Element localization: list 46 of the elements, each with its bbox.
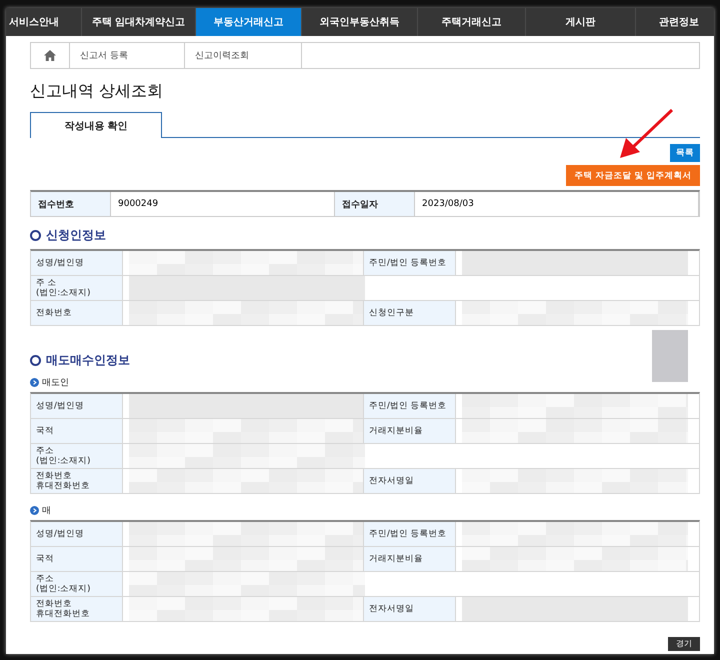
field-label: 접수일자 (342, 198, 378, 210)
field-label: 전자서명일 (364, 597, 456, 621)
field-label: 국적 (31, 419, 123, 443)
field-label: 국적 (31, 547, 123, 571)
field-label: 전화번호 휴대전화번호 (31, 469, 123, 493)
nav-tab[interactable]: 관련정보 (636, 8, 702, 36)
field-label: 성명/법인명 (31, 251, 123, 275)
field-label: 주 소 (법인:소재지) (31, 276, 123, 300)
pointer-arrow (618, 108, 674, 160)
tab[interactable]: 작성내용 확인 (30, 112, 162, 138)
field-label: 주민/법인 등록번호 (364, 522, 456, 546)
nav-tab[interactable]: 게시판 (526, 8, 636, 36)
nav-tab[interactable]: 서비스안내 (6, 8, 82, 36)
field-label: 주소 (법인:소재지) (31, 444, 123, 468)
field-label: 거래지분비율 (364, 419, 456, 443)
field-label: 주민/법인 등록번호 (364, 251, 456, 275)
field-label: 주민/법인 등록번호 (364, 394, 456, 418)
field-label: 접수번호 (38, 198, 74, 210)
section-heading: 매도매수인정보 (46, 352, 130, 369)
breadcrumb-link[interactable]: 신고서 등록 (80, 49, 128, 62)
field-label: 성명/법인명 (31, 394, 123, 418)
field-label: 거래지분비율 (364, 547, 456, 571)
nav-tab[interactable]: 부동산거래신고 (196, 8, 302, 36)
field-label: 전자서명일 (364, 469, 456, 493)
subsection-heading: 매도인 (42, 377, 69, 389)
nav-tab[interactable]: 주택거래신고 (418, 8, 526, 36)
bullet-icon (30, 506, 39, 515)
bottom-button[interactable]: 경기 (668, 637, 700, 651)
field-label: 신청인구분 (364, 301, 456, 325)
breadcrumb-link[interactable]: 신고이력조회 (195, 49, 249, 62)
ring-icon (30, 355, 41, 366)
field-label: 전화번호 휴대전화번호 (31, 597, 123, 621)
ring-icon (30, 230, 41, 241)
subsection-heading: 매 (42, 505, 51, 517)
section-heading: 신청인정보 (46, 227, 106, 244)
field-label: 주소 (법인:소재지) (31, 572, 123, 596)
home-icon[interactable] (44, 50, 56, 61)
field-label: 전화번호 (31, 301, 123, 325)
nav-tab[interactable]: 외국인부동산취득 (302, 8, 418, 36)
field-label: 성명/법인명 (31, 522, 123, 546)
list-button[interactable]: 목록 (670, 144, 700, 162)
field-value: 2023/08/03 (422, 199, 474, 209)
bullet-icon (30, 378, 39, 387)
field-value: 9000249 (118, 199, 158, 209)
mosaic-blur (652, 330, 688, 382)
page-title: 신고내역 상세조회 (30, 81, 164, 102)
